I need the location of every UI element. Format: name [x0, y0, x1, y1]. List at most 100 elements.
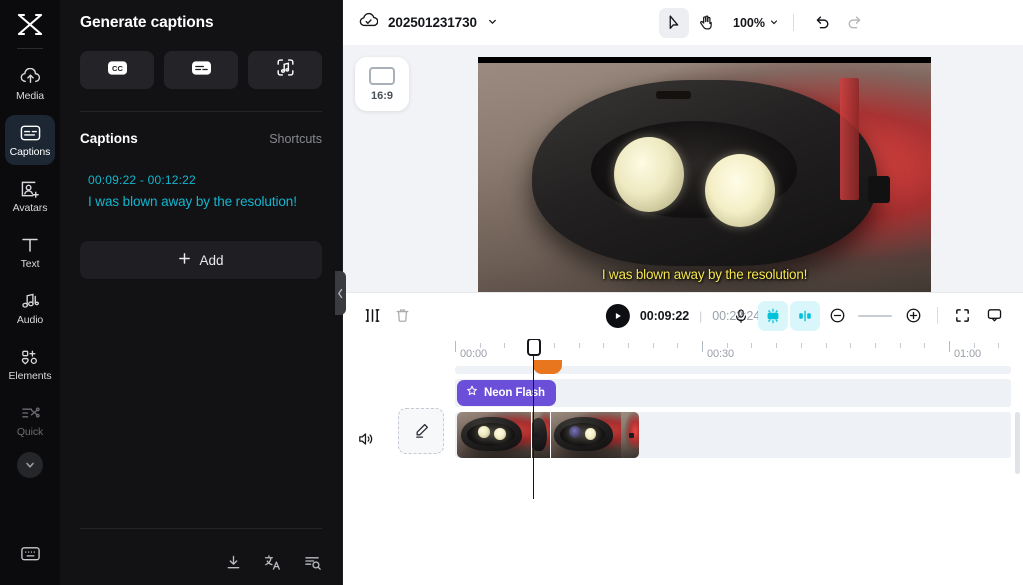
video-clip[interactable] [457, 411, 639, 458]
ai-enhance-button[interactable] [758, 300, 788, 331]
timeline-zoom-slider[interactable] [858, 314, 892, 317]
toolbar-divider [792, 14, 794, 31]
timeline-right-tools [726, 300, 1009, 331]
rail-bottom-area [0, 545, 60, 567]
caption-box-icon [20, 123, 41, 144]
track-row[interactable]: Neon Flash [455, 378, 1023, 407]
sidebar-item-media[interactable]: Media [5, 59, 55, 109]
text-t-icon [20, 235, 40, 256]
zoom-out-button[interactable] [822, 301, 852, 331]
captions-heading: Captions [80, 131, 138, 146]
ruler-label: 00:00 [460, 347, 488, 360]
ruler-label: 01:00 [954, 347, 982, 360]
lyrics-captions-button[interactable] [164, 51, 238, 89]
audio-scan-button[interactable] [248, 51, 322, 89]
rail-expand-button[interactable] [17, 452, 43, 478]
captions-panel: Generate captions CC Captions Shortcuts … [60, 0, 343, 585]
effect-clip-label: Neon Flash [484, 386, 545, 399]
shortcuts-link[interactable]: Shortcuts [269, 132, 322, 146]
canvas-tools: 100% [659, 7, 870, 38]
panel-footer [225, 554, 322, 571]
capcut-logo-icon[interactable] [12, 10, 48, 40]
aspect-ratio-label: 16:9 [370, 89, 394, 102]
sidebar-item-label: Audio [16, 313, 44, 326]
aspect-ratio-icon [369, 66, 395, 85]
clip-orange[interactable] [533, 359, 562, 374]
redo-button[interactable] [840, 8, 870, 38]
lyrics-icon [191, 60, 211, 80]
display-settings-button[interactable] [979, 301, 1009, 331]
plus-icon [178, 252, 191, 268]
zoom-level-value: 100% [733, 15, 765, 30]
sidebar-item-label: Media [15, 89, 45, 102]
add-caption-button[interactable]: Add [80, 241, 322, 279]
video-frame: I was blown away by the resolution! [478, 63, 931, 308]
speaker-icon[interactable] [357, 431, 375, 447]
track-row[interactable] [455, 359, 1023, 376]
record-voiceover-button[interactable] [726, 301, 756, 331]
preview-caption-overlay: I was blown away by the resolution! [601, 267, 808, 283]
track-row[interactable] [455, 411, 1023, 458]
project-dropdown-chevron-down-icon[interactable] [487, 14, 498, 32]
timeline-track-headers [343, 338, 455, 585]
sidebar-item-label: Captions [9, 145, 51, 158]
playhead-handle[interactable] [526, 338, 541, 356]
panel-footer-divider [80, 528, 322, 529]
sidebar-item-audio[interactable]: Audio [5, 283, 55, 333]
quick-cut-icon [20, 403, 41, 424]
audio-split-button[interactable] [790, 300, 820, 331]
svg-text:CC: CC [112, 64, 123, 73]
caption-list-item[interactable]: 00:09:22 - 00:12:22 I was blown away by … [80, 173, 322, 209]
undo-button[interactable] [808, 8, 838, 38]
zoom-level-selector[interactable]: 100% [733, 16, 779, 30]
split-button[interactable] [357, 301, 387, 331]
effect-clip-neon-flash[interactable]: Neon Flash [457, 379, 556, 406]
translate-captions-button[interactable] [264, 554, 282, 571]
project-info: 202501231730 [359, 12, 498, 34]
current-time: 00:09:22 [639, 308, 690, 323]
select-tool[interactable] [659, 7, 689, 38]
auto-captions-button[interactable]: CC [80, 51, 154, 89]
timeline-toolbar-divider [937, 307, 938, 324]
sidebar-item-label: Quick [16, 425, 44, 438]
find-replace-button[interactable] [304, 554, 322, 571]
avatar-add-icon [20, 179, 41, 200]
panel-title: Generate captions [80, 14, 214, 31]
zoom-in-button[interactable] [898, 301, 928, 331]
timeline-vertical-scrollbar[interactable] [1015, 411, 1020, 474]
sidebar-item-text[interactable]: Text [5, 227, 55, 277]
project-name[interactable]: 202501231730 [388, 15, 477, 30]
caption-text[interactable]: I was blown away by the resolution! [88, 194, 322, 209]
app-root: Media Captions Avatars Text Audio Elemen… [0, 0, 1023, 585]
sidebar-item-avatars[interactable]: Avatars [5, 171, 55, 221]
aspect-ratio-button[interactable]: 16:9 [355, 57, 409, 111]
timeline-tracks[interactable]: 00:00 00:30 01:00 Neon Flash [455, 338, 1023, 585]
cc-icon: CC [107, 60, 127, 80]
top-toolbar: 202501231730 100% [343, 0, 1023, 45]
captions-section-header: Captions Shortcuts [80, 131, 322, 146]
playhead[interactable] [526, 338, 541, 499]
sidebar-item-captions[interactable]: Captions [5, 115, 55, 165]
edit-clip-button[interactable] [398, 407, 444, 454]
timeline-toolbar: 00:09:22 | 00:22:24 [343, 291, 1023, 339]
rail-divider [17, 48, 43, 49]
generate-buttons-row: CC [80, 51, 322, 89]
time-separator: | [699, 308, 703, 323]
add-caption-label: Add [199, 252, 224, 268]
sparkle-icon [466, 385, 478, 400]
download-captions-button[interactable] [225, 554, 242, 571]
preview-canvas: 16:9 I was blown away by the resolution! [343, 45, 1023, 315]
sidebar-item-elements[interactable]: Elements [5, 339, 55, 389]
sidebar-item-label: Text [20, 257, 40, 270]
delete-button[interactable] [387, 301, 417, 331]
play-button[interactable] [605, 303, 630, 328]
keyboard-icon[interactable] [20, 545, 41, 567]
sidebar-item-quick[interactable]: Quick [5, 395, 55, 445]
panel-collapse-handle[interactable] [335, 271, 346, 315]
fit-to-screen-button[interactable] [947, 301, 977, 331]
sidebar-item-label: Avatars [12, 201, 48, 214]
cloud-sync-icon[interactable] [359, 12, 379, 34]
caption-timecode: 00:09:22 - 00:12:22 [88, 173, 196, 187]
pan-tool[interactable] [691, 8, 721, 38]
video-stage[interactable]: I was blown away by the resolution! [478, 57, 931, 315]
